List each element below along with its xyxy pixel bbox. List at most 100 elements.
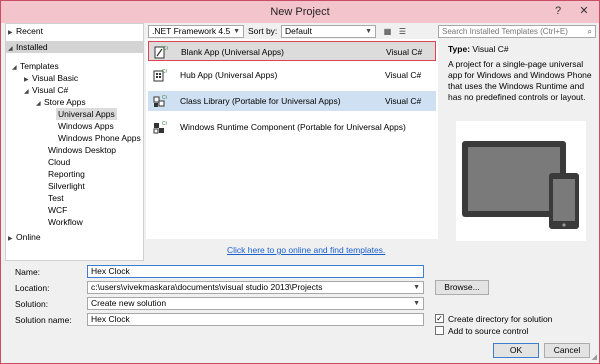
cancel-button[interactable]: Cancel <box>544 343 590 358</box>
tree-label: Recent <box>16 26 43 36</box>
tree-label: Windows Apps <box>58 121 114 131</box>
help-button[interactable]: ? <box>547 3 569 19</box>
title-bar: New Project ? ✕ <box>1 1 599 23</box>
close-button[interactable]: ✕ <box>573 3 595 19</box>
type-line: Type: Visual C# <box>448 44 509 54</box>
sort-value: Default <box>285 26 312 36</box>
tree-item-test[interactable]: Test <box>48 192 64 204</box>
template-name: Class Library (Portable for Universal Ap… <box>180 96 341 106</box>
collapse-arrow-icon[interactable]: ◢ <box>36 98 44 110</box>
tree-item-visual-basic[interactable]: ▶ Visual Basic <box>24 72 78 84</box>
source-control-checkbox[interactable] <box>435 326 444 335</box>
source-control-label: Add to source control <box>448 326 529 336</box>
tree-item-installed[interactable]: ◢ Installed <box>6 41 143 53</box>
list-view-icon[interactable]: ☰ <box>397 26 408 37</box>
type-value: Visual C# <box>472 44 509 54</box>
tree-label: Cloud <box>48 157 71 167</box>
category-tree: ▶ Recent ◢ Installed ◢ Templates ▶ Visual Ba… <box>5 23 144 261</box>
devices-preview-icon <box>462 141 579 229</box>
tree-item-universal-apps[interactable]: Universal Apps <box>56 108 117 120</box>
tree-item-wcf[interactable]: WCF <box>48 204 67 216</box>
expand-arrow-icon[interactable]: ▶ <box>8 27 16 39</box>
tree-item-recent[interactable]: ▶ Recent <box>8 25 43 37</box>
solution-label: Solution: <box>15 299 49 309</box>
name-value: Hex Clock <box>91 266 130 276</box>
blank-app-icon: C# <box>154 46 168 59</box>
tree-label: Templates <box>20 61 59 71</box>
expand-arrow-icon[interactable]: ▶ <box>8 233 16 245</box>
collapse-arrow-icon[interactable]: ◢ <box>8 43 16 55</box>
sort-label: Sort by: <box>248 26 278 36</box>
ok-button[interactable]: OK <box>493 343 539 358</box>
new-project-dialog: New Project ? ✕ ▶ Recent ◢ Installed ◢ Temp… <box>0 0 600 364</box>
template-language: Visual C# <box>386 47 423 57</box>
tree-label: WCF <box>48 205 68 215</box>
solution-name-label: Solution name: <box>15 315 72 325</box>
template-toolbar: .NET Framework 4.5 ▼ Sort by: Default ▼ … <box>146 25 438 39</box>
template-language: Visual C# <box>385 96 422 106</box>
tree-label: Silverlight <box>48 181 85 191</box>
template-row-windows-runtime-component[interactable]: C# Windows Runtime Component (Portable f… <box>148 117 436 137</box>
name-label: Name: <box>15 267 41 277</box>
solution-dropdown[interactable]: Create new solution ▼ <box>87 297 424 310</box>
resize-grip-icon[interactable]: ◢ <box>592 353 597 361</box>
runtime-component-icon: C# <box>153 121 167 134</box>
svg-text:C#: C# <box>162 69 167 75</box>
tree-label: Workflow <box>48 217 83 227</box>
tree-item-templates[interactable]: ◢ Templates <box>12 60 59 72</box>
window-title: New Project <box>270 6 330 18</box>
tree-label: Visual Basic <box>32 73 79 83</box>
tree-label: Windows Phone Apps <box>58 133 141 143</box>
tree-label: Windows Desktop <box>48 145 117 155</box>
class-library-icon: C# <box>153 95 167 107</box>
template-details: Type: Visual C# A project for a single-p… <box>442 39 598 241</box>
chevron-down-icon: ▼ <box>365 28 372 35</box>
svg-text:C#: C# <box>162 95 167 101</box>
tree-label: Online <box>16 232 41 242</box>
template-name: Windows Runtime Component (Portable for … <box>180 122 406 132</box>
create-directory-checkbox[interactable]: ✓ <box>435 314 444 323</box>
collapse-arrow-icon[interactable]: ◢ <box>24 86 32 98</box>
create-directory-label: Create directory for solution <box>448 314 553 324</box>
search-placeholder: Search Installed Templates (Ctrl+E) <box>442 27 568 36</box>
tree-item-windows-phone-apps[interactable]: Windows Phone Apps <box>58 132 141 144</box>
svg-text:C#: C# <box>162 121 167 127</box>
tree-label: Store Apps <box>44 97 86 107</box>
browse-button[interactable]: Browse... <box>435 280 489 295</box>
find-templates-online-link[interactable]: Click here to go online and find templat… <box>227 245 385 255</box>
tree-item-visual-csharp[interactable]: ◢ Visual C# <box>24 84 68 96</box>
tree-item-windows-desktop[interactable]: Windows Desktop <box>48 144 116 156</box>
template-row-class-library[interactable]: C# Class Library (Portable for Universal… <box>148 91 436 111</box>
chevron-down-icon: ▼ <box>413 300 420 307</box>
template-row-blank-app[interactable]: C# Blank App (Universal Apps) Visual C# <box>148 41 436 61</box>
framework-dropdown[interactable]: .NET Framework 4.5 ▼ <box>148 25 244 38</box>
location-dropdown[interactable]: c:\users\vivekmaskara\documents\visual s… <box>87 281 424 294</box>
tree-item-workflow[interactable]: Workflow <box>48 216 83 228</box>
hub-app-icon: C# <box>153 69 167 82</box>
solution-name-field[interactable]: Hex Clock <box>87 313 424 326</box>
template-name: Hub App (Universal Apps) <box>180 70 278 80</box>
tree-item-store-apps[interactable]: ◢ Store Apps <box>36 96 86 108</box>
collapse-arrow-icon[interactable]: ◢ <box>12 62 20 74</box>
search-icon[interactable]: ⌕ <box>588 26 592 37</box>
tree-label: Installed <box>16 42 48 52</box>
tree-item-cloud[interactable]: Cloud <box>48 156 70 168</box>
template-row-hub-app[interactable]: C# Hub App (Universal Apps) Visual C# <box>148 65 436 85</box>
template-description: A project for a single-page universal ap… <box>448 59 592 102</box>
search-templates-input[interactable]: Search Installed Templates (Ctrl+E) ⌕ <box>438 25 596 38</box>
tree-item-windows-apps[interactable]: Windows Apps <box>58 120 114 132</box>
svg-text:C#: C# <box>163 46 168 52</box>
framework-value: .NET Framework 4.5 <box>152 26 231 36</box>
template-language: Visual C# <box>385 70 422 80</box>
tree-item-online[interactable]: ▶ Online <box>8 231 41 243</box>
chevron-down-icon: ▼ <box>413 284 420 291</box>
medium-icons-view-icon[interactable]: ▦ <box>382 26 393 37</box>
type-label: Type: <box>448 44 471 54</box>
tree-label: Test <box>48 193 64 203</box>
tree-item-silverlight[interactable]: Silverlight <box>48 180 85 192</box>
sort-dropdown[interactable]: Default ▼ <box>281 25 376 38</box>
template-list: C# Blank App (Universal Apps) Visual C# … <box>146 39 438 239</box>
name-field[interactable]: Hex Clock <box>87 265 424 278</box>
tree-item-reporting[interactable]: Reporting <box>48 168 85 180</box>
solution-name-value: Hex Clock <box>91 314 130 324</box>
